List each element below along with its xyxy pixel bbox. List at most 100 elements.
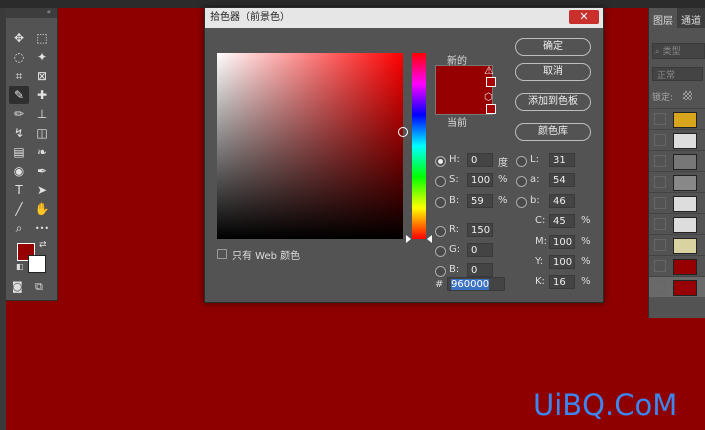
hsb-radio-2[interactable] [435,197,446,208]
hue-slider-left-arrow[interactable] [406,235,411,243]
lab-radio-1[interactable] [516,176,527,187]
gradient-tool-icon[interactable]: ▤ [9,143,29,161]
move-tool-icon[interactable]: ✥ [9,29,29,47]
crop-tool-icon[interactable]: ⌗ [9,67,29,85]
add-to-swatches-button[interactable]: 添加到色板 [515,93,591,111]
gamut-warning-swatch[interactable] [486,77,496,87]
screen-mode-icon[interactable]: ⧉ [35,280,43,294]
lab-radio-2[interactable] [516,197,527,208]
web-safe-swatch[interactable] [486,104,496,114]
tab-layers[interactable]: 图层 [649,8,677,28]
cmyk-unit-0: % [581,215,591,226]
web-safe-icon[interactable]: ⬡ [484,92,493,103]
clone-stamp-tool-icon[interactable]: ⊥ [32,105,52,123]
lab-input-2[interactable]: 46 [549,194,575,208]
rgb-key-1: G: [449,244,461,255]
color-libraries-button[interactable]: 颜色库 [515,123,591,141]
layer-visibility-icon[interactable] [654,134,666,146]
layer-visibility-icon[interactable] [654,281,666,293]
close-button[interactable]: ✕ [569,10,599,24]
path-selection-tool-icon[interactable]: ➤ [32,181,52,199]
cmyk-input-0[interactable]: 45 [549,214,575,228]
swap-colors-icon[interactable]: ⇄ [39,240,47,250]
brush-tool-icon[interactable]: ✏ [9,105,29,123]
dialog-titlebar[interactable]: 拾色器（前景色） ✕ [205,8,603,28]
hue-slider-right-arrow[interactable] [427,235,432,243]
frame-tool-icon[interactable]: ⊠ [32,67,52,85]
rgb-radio-2[interactable] [435,266,446,277]
layer-thumbnail [673,259,697,275]
hsb-radio-1[interactable] [435,176,446,187]
layer-row[interactable] [649,255,705,276]
layer-search-input[interactable]: ⌕ 类型 [652,43,705,59]
layer-visibility-icon[interactable] [654,218,666,230]
layer-row[interactable] [649,213,705,234]
layer-row[interactable] [649,192,705,213]
cmyk-input-3[interactable]: 16 [549,275,575,289]
tools-panel-header[interactable]: « [6,8,57,18]
cmyk-input-2[interactable]: 100 [549,255,575,269]
web-colors-only-checkbox[interactable] [217,249,227,259]
layer-thumbnail [673,112,697,128]
layer-visibility-icon[interactable] [654,260,666,272]
tab-channels[interactable]: 通道 [677,8,705,28]
zoom-tool-icon[interactable]: ⌕ [9,219,29,237]
rgb-radio-0[interactable] [435,226,446,237]
cmyk-key-2: Y: [535,256,544,267]
layer-visibility-icon[interactable] [654,197,666,209]
ok-button[interactable]: 确定 [515,38,591,56]
eraser-tool-icon[interactable]: ◫ [32,124,52,142]
rgb-input-2[interactable]: 0 [467,263,493,277]
lab-radio-0[interactable] [516,156,527,167]
blend-mode-select[interactable]: 正常 [652,67,703,81]
layer-row[interactable] [649,150,705,171]
type-tool-icon[interactable]: T [9,181,29,199]
hex-input[interactable]: 960000 [447,277,505,291]
line-tool-icon[interactable]: ╱ [9,200,29,218]
rgb-input-0[interactable]: 150 [467,223,493,237]
healing-brush-tool-icon[interactable]: ✚ [32,86,52,104]
collapse-icon[interactable]: « [47,8,52,16]
lasso-tool-icon[interactable]: ◌ [9,48,29,66]
cmyk-key-0: C: [535,215,546,226]
blur-tool-icon[interactable]: ❧ [32,143,52,161]
eyedropper-tool-icon[interactable]: ✎ [9,86,29,104]
hue-slider[interactable] [412,53,426,239]
quick-mask-icon[interactable]: ◙ [12,280,23,293]
cancel-button[interactable]: 取消 [515,63,591,81]
hsb-input-1[interactable]: 100 [467,173,493,187]
color-field-cursor[interactable] [398,127,408,137]
layer-row[interactable] [649,129,705,150]
lock-transparent-icon[interactable] [683,91,692,100]
history-brush-tool-icon[interactable]: ↯ [9,124,29,142]
hsb-unit-2: % [498,195,508,206]
layer-visibility-icon[interactable] [654,176,666,188]
layer-row[interactable] [649,234,705,255]
layer-row[interactable] [649,276,705,297]
lab-input-1[interactable]: 54 [549,173,575,187]
saturation-brightness-field[interactable] [217,53,408,239]
layer-visibility-icon[interactable] [654,155,666,167]
marquee-tool-icon[interactable]: ⬚ [32,29,52,47]
pen-tool-icon[interactable]: ✒ [32,162,52,180]
dodge-tool-icon[interactable]: ◉ [9,162,29,180]
hsb-radio-0[interactable] [435,156,446,167]
lock-label: 锁定: [652,93,674,103]
magic-wand-tool-icon[interactable]: ✦ [32,48,52,66]
layer-visibility-icon[interactable] [654,113,666,125]
background-color-swatch[interactable] [28,255,46,273]
layer-row[interactable] [649,108,705,129]
default-colors-icon[interactable]: ◧ [16,262,24,271]
hsb-unit-1: % [498,174,508,185]
hand-tool-icon[interactable]: ✋ [32,200,52,218]
hsb-input-0[interactable]: 0 [467,153,493,167]
more-tools-icon[interactable]: ••• [32,219,52,237]
rgb-radio-1[interactable] [435,246,446,257]
layer-row[interactable] [649,171,705,192]
gamut-warning-icon[interactable]: ⚠ [484,64,494,77]
lab-input-0[interactable]: 31 [549,153,575,167]
rgb-input-1[interactable]: 0 [467,243,493,257]
hsb-input-2[interactable]: 59 [467,194,493,208]
cmyk-input-1[interactable]: 100 [549,235,575,249]
layer-visibility-icon[interactable] [654,239,666,251]
